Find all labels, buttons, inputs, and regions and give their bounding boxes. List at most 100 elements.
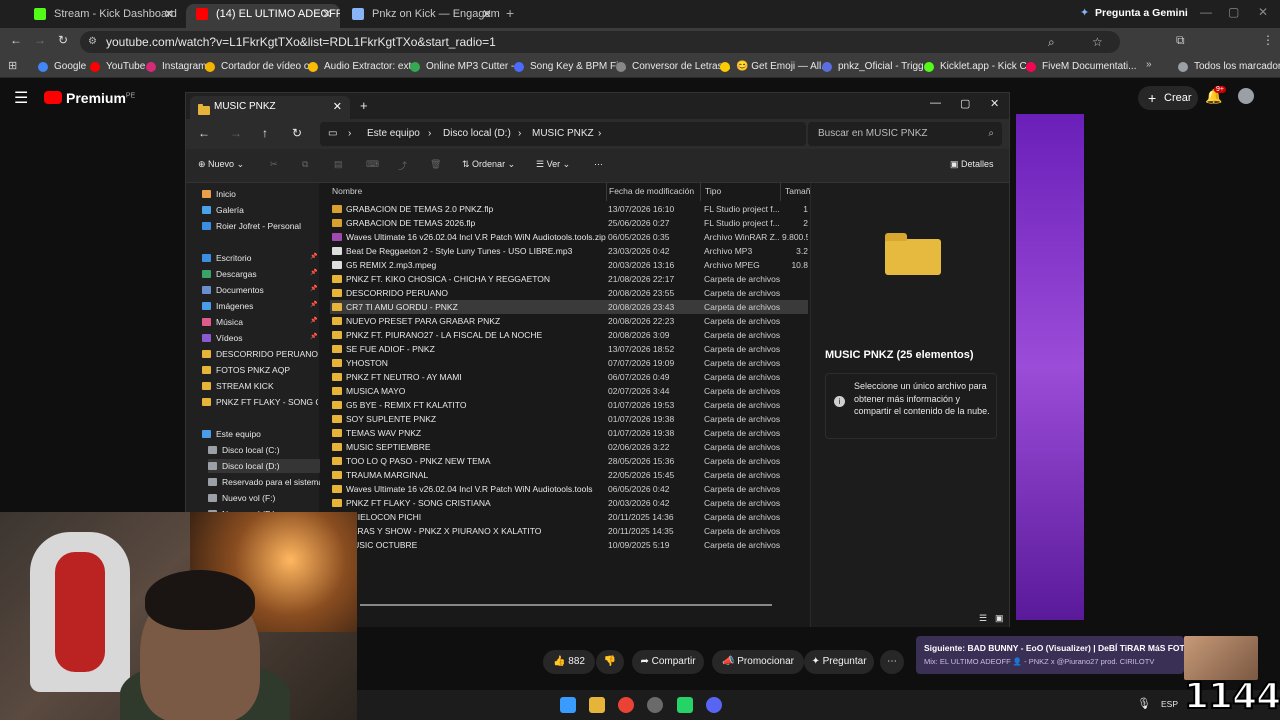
rename-icon[interactable]: ⌨ [366, 159, 379, 170]
pin-icon[interactable]: 📌 [310, 269, 317, 276]
ask-button[interactable]: ✦ Preguntar [804, 650, 874, 674]
up-icon[interactable]: ↑ [262, 126, 268, 140]
sidebar-item[interactable]: Documentos [202, 283, 318, 297]
up-next-card[interactable]: Siguiente: BAD BUNNY - EoO (Visualizer) … [916, 636, 1184, 674]
file-row[interactable]: DESCORRIDO PERUANO 20/08/2026 23:55 Carpet… [330, 286, 808, 300]
bookmark-item[interactable]: Google [38, 59, 86, 75]
column-separator[interactable] [606, 183, 607, 201]
forward-icon[interactable]: → [34, 33, 46, 47]
file-row[interactable]: YHOSTON 07/07/2026 19:09 Carpeta de archiv… [330, 356, 808, 370]
pin-icon[interactable]: 📌 [310, 285, 317, 292]
gemini-button[interactable]: Pregunta a Gemini [1095, 7, 1188, 19]
sidebar-item[interactable]: STREAM KICK [202, 379, 318, 393]
minimize-icon[interactable]: — [1200, 5, 1212, 19]
file-row[interactable]: NUEVO PRESET PARA GRABAR PNKZ 20/08/2026 … [330, 314, 808, 328]
file-row[interactable]: SE FUE ADIOF - PNKZ 13/07/2026 18:52 Carpe… [330, 342, 808, 356]
close-tab-icon[interactable]: ✕ [333, 96, 342, 118]
bookmark-item[interactable]: Conversor de Letras... [616, 59, 731, 75]
sidebar-item[interactable]: Vídeos [202, 331, 318, 345]
extensions-icon[interactable]: ⧉ [1176, 33, 1185, 48]
youtube-premium-logo[interactable]: PremiumPE [44, 90, 135, 106]
menu-icon[interactable]: ⋮ [1262, 33, 1274, 47]
file-row[interactable]: GRABACION DE TEMAS 2.0 PNKZ.flp 13/07/202… [330, 202, 808, 216]
apps-icon[interactable]: ⊞ [8, 59, 17, 72]
breadcrumb-item[interactable]: Disco local (D:) [443, 122, 511, 146]
microphone-icon[interactable]: 🎙 [1137, 697, 1151, 710]
refresh-icon[interactable]: ↻ [292, 126, 302, 140]
bookmark-item[interactable]: FiveM Documentati... [1026, 59, 1136, 75]
bookmark-item[interactable]: Kicklet.app - Kick C... [924, 59, 1035, 75]
browser-tab-kick[interactable]: Stream - Kick Dashboard ✕ [24, 4, 182, 28]
all-bookmarks-folder[interactable]: Todos los marcadores [1178, 59, 1280, 75]
breadcrumb[interactable]: ▭ › Este equipo › Disco local (D:) › MUS… [320, 122, 806, 146]
file-row[interactable]: GRABACION DE TEMAS 2026.flp 25/06/2026 0:… [330, 216, 808, 230]
back-icon[interactable]: ← [10, 33, 22, 47]
reload-icon[interactable]: ↻ [58, 33, 68, 47]
column-header-size[interactable]: Tamañ [785, 186, 810, 196]
cut-icon[interactable]: ✂ [270, 159, 278, 170]
language-indicator[interactable]: ESP [1161, 699, 1178, 709]
sidebar-item[interactable]: Descargas [202, 267, 318, 281]
maximize-icon[interactable]: ▢ [1228, 5, 1239, 19]
close-window-icon[interactable]: ✕ [1258, 5, 1268, 19]
share-icon[interactable]: ⤴ [398, 159, 407, 172]
file-row[interactable]: SOY SUPLENTE PNKZ 01/07/2026 19:38 Carpeta… [330, 412, 808, 426]
share-button[interactable]: ➦ Compartir [632, 650, 704, 674]
hamburger-menu-icon[interactable]: ☰ [14, 88, 28, 108]
file-row[interactable]: PNKZ FT. PIURANO27 - LA FISCAL DE LA NOC… [330, 328, 808, 342]
sidebar-item[interactable]: Inicio [202, 187, 318, 201]
more-bookmarks-icon[interactable]: » [1146, 59, 1152, 70]
more-options-icon[interactable]: ⋯ [594, 159, 603, 170]
new-tab-icon[interactable]: + [360, 98, 368, 113]
bookmark-item[interactable]: Audio Extractor: ext... [308, 59, 420, 75]
details-button[interactable]: ▣ Detalles [950, 159, 994, 170]
bookmark-item[interactable]: Online MP3 Cutter -... [410, 59, 523, 75]
breadcrumb-item[interactable]: Este equipo [367, 122, 420, 146]
sidebar-item[interactable]: DESCORRIDO PERUANO [202, 347, 318, 361]
file-row[interactable]: TEMAS WAV PNKZ 01/07/2026 19:38 Carpeta de… [330, 426, 808, 440]
dislike-button[interactable]: 👎 [596, 650, 624, 674]
delete-icon[interactable]: 🗑 [430, 159, 441, 170]
discord-taskbar-icon[interactable] [706, 697, 722, 713]
file-explorer-taskbar-icon[interactable] [589, 697, 605, 713]
sidebar-item[interactable]: Disco local (C:) [208, 443, 324, 457]
pin-icon[interactable]: 📌 [310, 333, 317, 340]
new-button[interactable]: ⊕ Nuevo ⌄ [198, 159, 244, 170]
explorer-tab[interactable]: MUSIC PNKZ ✕ [190, 96, 350, 119]
minimize-icon[interactable]: — [930, 97, 941, 109]
view-button[interactable]: ☰ Ver ⌄ [536, 159, 570, 170]
file-row[interactable]: G5 REMIX 2.mp3.mpeg 20/03/2026 13:16 Archi… [330, 258, 808, 272]
paste-icon[interactable]: ▤ [334, 159, 343, 170]
bookmark-star-icon[interactable]: ☆ [1092, 31, 1103, 53]
close-tab-icon[interactable]: ✕ [322, 4, 332, 24]
sidebar-item[interactable]: Este equipo [202, 427, 318, 441]
column-header-date[interactable]: Fecha de modificación [609, 186, 694, 196]
start-icon[interactable] [560, 697, 576, 713]
file-row[interactable]: CR7 TI AMU GORDU - PNKZ 20/08/2026 23:43 C… [330, 300, 808, 314]
browser-tab-youtube[interactable]: (14) EL ULTIMO ADEOFF 👤 - PN ✕ [186, 4, 340, 28]
bookmark-item[interactable]: Cortador de vídeo o... [205, 59, 318, 75]
list-view-icon[interactable]: ☰ [979, 613, 987, 624]
close-tab-icon[interactable]: ✕ [164, 4, 174, 24]
like-button[interactable]: 👍 882 [543, 650, 595, 674]
pin-icon[interactable]: 📌 [310, 301, 317, 308]
close-window-icon[interactable]: ✕ [990, 97, 999, 110]
sidebar-item[interactable]: Imágenes [202, 299, 318, 313]
sidebar-item[interactable]: Roier Jofret - Personal [202, 219, 318, 233]
file-row[interactable]: MUSIC SEPTIEMBRE 02/06/2026 3:22 Carpeta d… [330, 440, 808, 454]
file-row[interactable]: G5 BYE - REMIX FT KALATITO 01/07/2026 19:… [330, 398, 808, 412]
url-input[interactable]: ⚙ youtube.com/watch?v=L1FkrKgtTXo&list=R… [80, 31, 1120, 53]
tiles-view-icon[interactable]: ▣ [995, 613, 1004, 624]
sidebar-item[interactable]: Música [202, 315, 318, 329]
breadcrumb-item[interactable]: MUSIC PNKZ [532, 122, 594, 146]
sidebar-item[interactable]: PNKZ FT FLAKY - SONG CRIS [202, 395, 318, 409]
file-row[interactable]: ANIELOCON PICHI 20/11/2025 14:36 Carpeta d… [330, 510, 808, 524]
back-icon[interactable]: ← [198, 126, 210, 140]
avatar[interactable] [1238, 88, 1254, 104]
bookmark-item[interactable]: 😊 Get Emoji — All... [720, 59, 830, 75]
bookmark-item[interactable]: pnkz_Oficial - Trigg... [822, 59, 932, 75]
whatsapp-taskbar-icon[interactable] [677, 697, 693, 713]
more-actions-icon[interactable]: ⋯ [880, 650, 904, 674]
sidebar-item[interactable]: FOTOS PNKZ AQP [202, 363, 318, 377]
pin-icon[interactable]: 📌 [310, 253, 317, 260]
